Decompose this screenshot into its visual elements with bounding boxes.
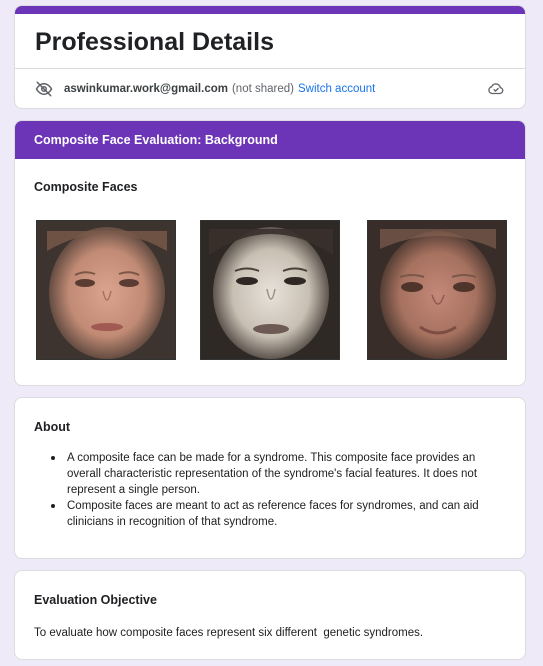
about-list: A composite face can be made for a syndr…	[51, 450, 507, 530]
section-card: Composite Face Evaluation: Background Co…	[14, 120, 526, 386]
composite-faces-gallery	[15, 220, 525, 365]
form-header-card: Professional Details aswinkumar.work@gma…	[14, 5, 526, 109]
composite-face-image-3	[367, 220, 507, 360]
composite-faces-heading: Composite Faces	[34, 180, 138, 194]
composite-face-image-1	[36, 220, 176, 360]
account-email: aswinkumar.work@gmail.com	[64, 83, 228, 95]
cloud-saved-icon	[487, 80, 505, 98]
objective-text: To evaluate how composite faces represen…	[34, 627, 424, 639]
not-shared-label: (not shared)	[231, 83, 294, 95]
account-row: aswinkumar.work@gmail.com (not shared) S…	[35, 79, 505, 99]
section-title: Composite Face Evaluation: Background	[15, 121, 525, 159]
objective-heading: Evaluation Objective	[34, 593, 157, 607]
about-card: About A composite face can be made for a…	[14, 397, 526, 559]
list-item: A composite face can be made for a syndr…	[51, 450, 507, 498]
composite-face-image-2	[200, 220, 340, 360]
switch-account-link[interactable]: Switch account	[298, 83, 375, 95]
divider	[15, 68, 525, 69]
evaluation-objective-card: Evaluation Objective To evaluate how com…	[14, 570, 526, 660]
about-heading: About	[34, 420, 71, 434]
accent-bar	[15, 6, 525, 14]
page-title: Professional Details	[35, 28, 274, 56]
list-item: Composite faces are meant to act as refe…	[51, 498, 507, 530]
eye-off-icon	[35, 80, 53, 98]
